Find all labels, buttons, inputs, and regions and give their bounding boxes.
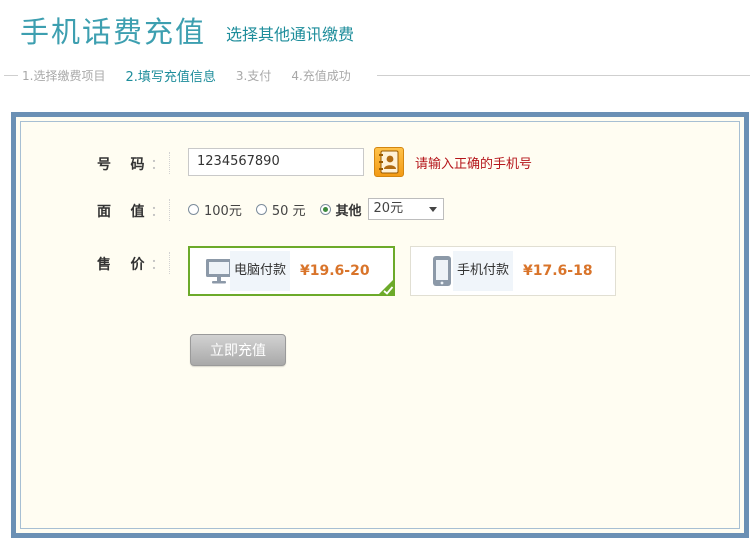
denomination-label-text: 面 值 [97, 204, 145, 220]
denomination-label: 面 值 ： [97, 201, 165, 221]
price-label-text: 售 价 [97, 257, 145, 273]
pay-by-pc-label: 电脑付款 [230, 251, 290, 291]
row-divider [169, 199, 170, 221]
other-amount-value: 20元 [373, 201, 404, 216]
pay-by-mobile-label: 手机付款 [453, 251, 513, 291]
pay-by-pc-price: ¥19.6-20 [300, 263, 370, 279]
recharge-now-button[interactable]: 立即充值 [190, 334, 286, 366]
radio-100[interactable]: 100元 [188, 200, 242, 219]
radio-dot [188, 203, 199, 215]
step-1: 1.选择缴费项目 [22, 68, 106, 83]
step-3: 3.支付 [235, 68, 272, 83]
radio-100-label: 100元 [204, 203, 242, 219]
contacts-book-icon [379, 150, 399, 174]
phone-label-text: 号 码 [97, 157, 145, 173]
pay-by-mobile-price: ¥17.6-18 [523, 263, 593, 279]
page-header: 手机话费充值 选择其他通讯缴费 [20, 10, 354, 50]
denomination-label-sep: ： [150, 204, 165, 220]
phone-label-sep: ： [150, 157, 165, 173]
chevron-down-icon [428, 207, 437, 212]
radio-50-label: 50 元 [271, 203, 306, 219]
page-title: 手机话费充值 [20, 15, 207, 49]
row-divider [169, 152, 170, 174]
radio-other[interactable]: 其他 [319, 200, 362, 219]
phone-label: 号 码 ： [97, 154, 165, 174]
recharge-form-panel: 号 码 ： 1234567890 请输入正确的手机号 面 值 ： 100元 50 元… [11, 112, 749, 538]
radio-other-label: 其他 [335, 203, 362, 219]
phone-number-input[interactable]: 1234567890 [188, 148, 364, 176]
radio-50[interactable]: 50 元 [255, 200, 306, 219]
phone-hint: 请输入正确的手机号 [415, 157, 533, 172]
selected-check-icon [377, 278, 395, 296]
denomination-options: 100元 50 元 其他 20元 [188, 197, 444, 221]
radio-dot-checked [319, 203, 331, 215]
pay-by-pc-option[interactable]: 电脑付款 ¥19.6-20 [188, 246, 395, 296]
price-label: 售 价 ： [97, 254, 165, 274]
radio-dot [255, 203, 267, 215]
progress-steps: 1.选择缴费项目 2.填写充值信息 3.支付 4.充值成功 [0, 66, 750, 85]
other-services-link[interactable]: 选择其他通讯缴费 [226, 20, 354, 50]
step-2-current: 2.填写充值信息 [125, 69, 216, 85]
contacts-button[interactable] [374, 147, 404, 177]
pay-by-mobile-option[interactable]: 手机付款 ¥17.6-18 [410, 246, 616, 296]
recharge-form-inner: 号 码 ： 1234567890 请输入正确的手机号 面 值 ： 100元 50 元… [20, 121, 740, 529]
other-amount-select[interactable]: 20元 [367, 198, 444, 220]
step-4: 4.充值成功 [291, 68, 351, 83]
price-label-sep: ： [150, 257, 165, 273]
steps-divider-left [4, 74, 18, 76]
steps-divider-right [376, 74, 750, 76]
row-divider [169, 252, 170, 274]
